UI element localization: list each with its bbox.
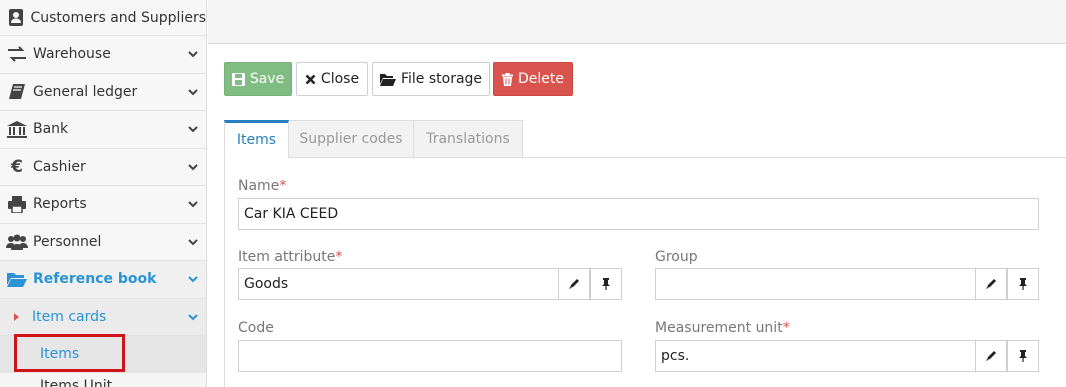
address-book-icon xyxy=(6,8,25,28)
sidebar: Customers and Suppliers Warehouse Genera… xyxy=(0,0,207,387)
chevron-down-icon xyxy=(188,89,198,96)
top-bar xyxy=(208,0,1066,44)
chevron-down-icon xyxy=(188,164,198,171)
sidebar-item-general-ledger[interactable]: General ledger xyxy=(0,73,206,111)
close-icon xyxy=(305,74,316,84)
chevron-down-icon xyxy=(188,276,198,283)
item-attribute-pin-button[interactable] xyxy=(590,268,622,300)
pin-icon xyxy=(602,278,610,290)
sidebar-item-personnel[interactable]: Personnel xyxy=(0,223,206,261)
tab-translations[interactable]: Translations xyxy=(414,120,523,158)
chevron-down-icon xyxy=(188,51,198,58)
measurement-unit-label-text: Measurement unit xyxy=(655,320,783,336)
pencil-icon xyxy=(986,279,996,289)
sidebar-leaf-items-unit[interactable]: Items Unit ... xyxy=(40,378,130,387)
item-attribute-field[interactable] xyxy=(238,268,559,300)
name-label-text: Name xyxy=(238,178,280,194)
chevron-down-icon xyxy=(188,313,198,320)
group-pin-button[interactable] xyxy=(1007,268,1039,300)
pin-icon xyxy=(1019,350,1027,362)
sidebar-item-warehouse[interactable]: Warehouse xyxy=(0,36,206,74)
bank-icon xyxy=(6,119,28,139)
item-attribute-label: Item attribute* xyxy=(238,249,342,265)
floppy-icon xyxy=(231,72,245,86)
sidebar-item-cashier[interactable]: € Cashier xyxy=(0,148,206,186)
pencil-icon xyxy=(569,279,579,289)
pencil-icon xyxy=(986,351,996,361)
folder-open-icon xyxy=(6,269,28,289)
sidebar-leaf-label: Items xyxy=(40,346,80,362)
pin-icon xyxy=(1019,278,1027,290)
sidebar-subitem-item-cards[interactable]: Item cards xyxy=(0,298,206,336)
measurement-unit-edit-button[interactable] xyxy=(975,340,1007,372)
caret-right-icon xyxy=(14,312,19,321)
sidebar-item-reference-book[interactable]: Reference book xyxy=(0,261,206,299)
file-storage-button-label: File storage xyxy=(400,71,483,87)
sidebar-item-label: Warehouse xyxy=(33,46,111,63)
sidebar-subitem-label: Item cards xyxy=(32,308,107,325)
group-field[interactable] xyxy=(655,268,976,300)
file-storage-button[interactable]: File storage xyxy=(372,62,490,96)
users-icon xyxy=(6,232,28,252)
code-label: Code xyxy=(238,320,274,336)
measurement-unit-pin-button[interactable] xyxy=(1007,340,1039,372)
book-icon xyxy=(6,82,28,102)
printer-icon xyxy=(6,194,28,214)
close-button[interactable]: Close xyxy=(296,62,368,96)
sidebar-leaf-items[interactable]: Items xyxy=(0,335,206,373)
tab-supplier-codes[interactable]: Supplier codes xyxy=(289,120,414,158)
folder-open-icon xyxy=(379,73,396,86)
group-label: Group xyxy=(655,249,698,265)
sidebar-item-label: Reports xyxy=(33,196,87,213)
chevron-down-icon xyxy=(188,201,198,208)
item-attribute-edit-button[interactable] xyxy=(558,268,590,300)
save-button[interactable]: Save xyxy=(224,62,292,96)
chevron-down-icon xyxy=(188,126,198,133)
tab-items[interactable]: Items xyxy=(224,120,289,158)
sidebar-item-label: Customers and Suppliers xyxy=(30,9,206,26)
sidebar-item-label: General ledger xyxy=(33,83,138,100)
sidebar-item-reports[interactable]: Reports xyxy=(0,186,206,224)
sidebar-item-bank[interactable]: Bank xyxy=(0,111,206,149)
name-label: Name* xyxy=(238,178,286,194)
sidebar-item-label: Bank xyxy=(33,121,69,138)
required-marker: * xyxy=(335,249,343,265)
measurement-unit-label: Measurement unit* xyxy=(655,320,790,336)
group-edit-button[interactable] xyxy=(975,268,1007,300)
euro-icon: € xyxy=(11,156,23,177)
trash-icon xyxy=(502,72,513,86)
sidebar-item-label: Personnel xyxy=(33,233,102,250)
sidebar-item-label: Cashier xyxy=(33,158,86,175)
code-field[interactable] xyxy=(238,340,622,372)
sidebar-item-label: Reference book xyxy=(33,271,157,288)
required-marker: * xyxy=(279,178,287,194)
measurement-unit-field[interactable] xyxy=(655,340,976,372)
exchange-icon xyxy=(6,44,28,64)
delete-button-label: Delete xyxy=(518,71,564,87)
save-button-label: Save xyxy=(249,71,285,87)
sidebar-item-customers-suppliers[interactable]: Customers and Suppliers xyxy=(0,0,206,36)
item-attribute-label-text: Item attribute xyxy=(238,249,336,265)
required-marker: * xyxy=(782,320,790,336)
close-button-label: Close xyxy=(320,71,360,87)
delete-button[interactable]: Delete xyxy=(493,62,573,96)
chevron-down-icon xyxy=(188,239,198,246)
name-field[interactable] xyxy=(238,198,1039,230)
